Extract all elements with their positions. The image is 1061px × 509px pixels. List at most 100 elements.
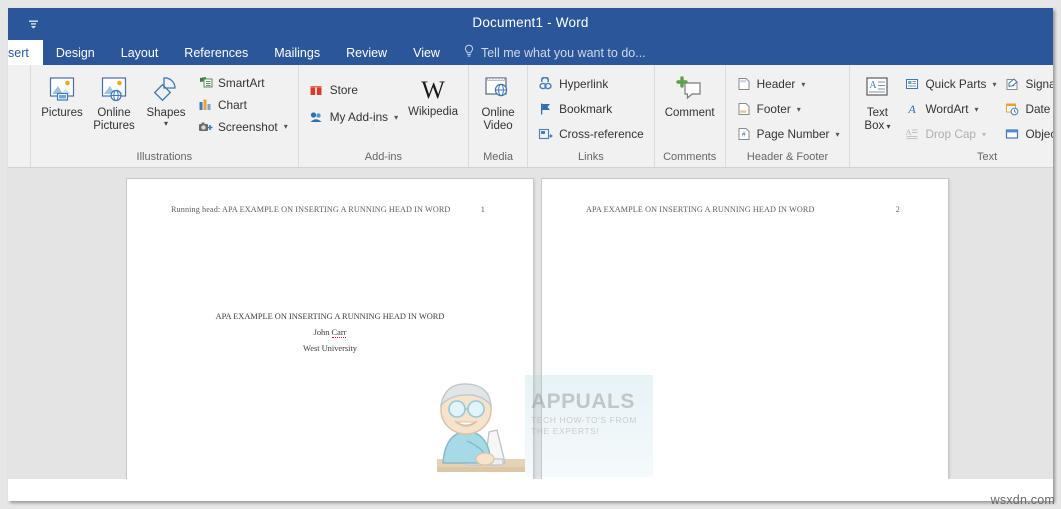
lightbulb-icon bbox=[463, 44, 475, 61]
document-canvas[interactable]: Running head: APA EXAMPLE ON INSERTING A… bbox=[8, 168, 1053, 501]
chevron-down-icon[interactable]: ▾ bbox=[992, 80, 996, 89]
online-video-icon bbox=[482, 72, 514, 106]
chevron-down-icon[interactable]: ▾ bbox=[164, 119, 168, 128]
drop-cap-button[interactable]: A Drop Cap ▾ bbox=[900, 122, 1000, 146]
chevron-down-icon[interactable]: ▾ bbox=[884, 122, 890, 131]
chevron-down-icon[interactable]: ▾ bbox=[975, 105, 979, 114]
online-pictures-button[interactable]: Online Pictures bbox=[89, 69, 139, 132]
document-page-2[interactable]: APA EXAMPLE ON INSERTING A RUNNING HEAD … bbox=[541, 178, 949, 501]
footer-label: Footer bbox=[756, 102, 791, 116]
page2-running-head: APA EXAMPLE ON INSERTING A RUNNING HEAD … bbox=[542, 205, 948, 214]
cross-reference-label: Cross-reference bbox=[559, 127, 644, 141]
hyperlink-button[interactable]: Hyperlink bbox=[534, 72, 648, 96]
tab-review[interactable]: Review bbox=[333, 40, 400, 65]
screenshot-label: Screenshot bbox=[218, 119, 278, 134]
my-add-ins-icon bbox=[309, 109, 325, 125]
smartart-button[interactable]: SmartArt bbox=[193, 72, 292, 93]
group-label-add-ins: Add-ins bbox=[364, 151, 403, 163]
quick-parts-button[interactable]: Quick Parts ▾ bbox=[900, 72, 1000, 96]
svg-text:#: # bbox=[741, 132, 745, 139]
links-small-buttons: Hyperlink Bookmark Cross-reference bbox=[534, 69, 648, 146]
store-icon bbox=[309, 82, 325, 98]
window-title: Document1 - Word bbox=[472, 15, 589, 30]
tab-insert[interactable]: sert bbox=[8, 40, 43, 65]
chevron-down-icon[interactable]: ▾ bbox=[797, 105, 801, 114]
tab-mailings[interactable]: Mailings bbox=[261, 40, 333, 65]
chevron-down-icon[interactable]: ▾ bbox=[284, 122, 288, 131]
svg-text:A: A bbox=[906, 128, 912, 137]
tab-view[interactable]: View bbox=[400, 40, 453, 65]
page-number-button[interactable]: # Page Number ▾ bbox=[732, 122, 844, 146]
screenshot-icon bbox=[197, 119, 213, 135]
cross-reference-button[interactable]: Cross-reference bbox=[534, 122, 648, 146]
ribbon-insert-tab: Pictures Online Pictures Shapes ▾ SmartA… bbox=[8, 65, 1053, 168]
ribbon-group-header-footer: Header ▾ Footer ▾ # Page Number ▾ Header… bbox=[726, 65, 851, 167]
text-box-icon: A bbox=[862, 72, 892, 106]
object-icon bbox=[1004, 126, 1020, 142]
tab-design[interactable]: Design bbox=[43, 40, 108, 65]
header-footer-small-buttons: Header ▾ Footer ▾ # Page Number ▾ bbox=[732, 69, 844, 146]
pictures-button[interactable]: Pictures bbox=[37, 69, 87, 120]
quick-parts-icon bbox=[904, 76, 920, 92]
object-button[interactable]: Object ▾ bbox=[1000, 122, 1053, 146]
group-label-text: Text bbox=[977, 151, 998, 163]
site-watermark: wsxdn.com bbox=[990, 493, 1055, 507]
online-video-label: Online Video bbox=[481, 107, 515, 132]
page2-page-number: 2 bbox=[895, 205, 900, 214]
my-add-ins-label: My Add-ins bbox=[329, 110, 389, 124]
header-button[interactable]: Header ▾ bbox=[732, 72, 844, 96]
group-label-header-footer: Header & Footer bbox=[746, 151, 829, 163]
chevron-down-icon[interactable]: ▾ bbox=[801, 80, 805, 89]
new-comment-button[interactable]: Comment bbox=[661, 69, 719, 120]
pictures-label: Pictures bbox=[41, 107, 83, 119]
chevron-down-icon[interactable]: ▾ bbox=[982, 130, 986, 139]
new-comment-icon bbox=[674, 72, 706, 106]
shapes-button[interactable]: Shapes ▾ bbox=[141, 69, 191, 128]
chart-button[interactable]: Chart bbox=[193, 94, 292, 115]
ribbon-group-media: Online Video Media bbox=[469, 65, 529, 167]
ribbon-group-add-ins: Store My Add-ins ▾ W Wikipedia Add-ins bbox=[299, 65, 470, 167]
ribbon-tab-strip: sert Design Layout References Mailings R… bbox=[8, 40, 1053, 65]
tab-layout[interactable]: Layout bbox=[108, 40, 172, 65]
paper-title: APA EXAMPLE ON INSERTING A RUNNING HEAD … bbox=[215, 312, 445, 321]
chevron-down-icon[interactable]: ▾ bbox=[394, 113, 398, 122]
drop-cap-label: Drop Cap bbox=[925, 127, 976, 141]
header-label: Header bbox=[756, 77, 796, 91]
bookmark-icon bbox=[538, 101, 554, 117]
wordart-button[interactable]: A WordArt ▾ bbox=[900, 97, 1000, 121]
signature-line-icon bbox=[1004, 76, 1020, 92]
signature-line-button[interactable]: Signature Line ▾ bbox=[1000, 72, 1053, 96]
wordart-label: WordArt bbox=[925, 102, 969, 116]
footer-button[interactable]: Footer ▾ bbox=[732, 97, 844, 121]
text-box-button[interactable]: A Text Box ▾ bbox=[856, 69, 898, 132]
page1-running-head: Running head: APA EXAMPLE ON INSERTING A… bbox=[127, 205, 533, 214]
date-time-label: Date & Time bbox=[1025, 102, 1053, 116]
online-pictures-icon bbox=[99, 72, 129, 106]
tell-me-search[interactable]: Tell me what you want to do... bbox=[453, 40, 656, 65]
page2-running-head-text: APA EXAMPLE ON INSERTING A RUNNING HEAD … bbox=[586, 205, 815, 214]
comment-label: Comment bbox=[664, 107, 715, 119]
online-video-button[interactable]: Online Video bbox=[475, 69, 521, 132]
smartart-label: SmartArt bbox=[218, 75, 265, 90]
date-time-button[interactable]: Date & Time bbox=[1000, 97, 1053, 121]
wordart-icon: A bbox=[904, 101, 920, 117]
screenshot-button[interactable]: Screenshot ▾ bbox=[193, 116, 292, 137]
online-pictures-label: Online Pictures bbox=[93, 107, 135, 132]
text-small-buttons-col1: Quick Parts ▾ A WordArt ▾ A Drop Cap ▾ bbox=[900, 69, 1000, 146]
svg-text:A: A bbox=[870, 80, 878, 91]
group-label-media: Media bbox=[483, 151, 514, 163]
store-button[interactable]: Store bbox=[305, 77, 402, 103]
bookmark-button[interactable]: Bookmark bbox=[534, 97, 648, 121]
page-number-label: Page Number bbox=[756, 127, 830, 141]
title-bar: Document1 - Word bbox=[8, 8, 1053, 40]
tab-references[interactable]: References bbox=[171, 40, 261, 65]
wikipedia-button[interactable]: W Wikipedia bbox=[404, 69, 462, 119]
document-page-1[interactable]: Running head: APA EXAMPLE ON INSERTING A… bbox=[126, 178, 534, 501]
quick-parts-label: Quick Parts bbox=[925, 77, 987, 91]
chevron-down-icon[interactable]: ▾ bbox=[835, 130, 839, 139]
chart-icon bbox=[197, 97, 213, 113]
my-add-ins-button[interactable]: My Add-ins ▾ bbox=[305, 104, 402, 130]
page1-title-block: APA EXAMPLE ON INSERTING A RUNNING HEAD … bbox=[127, 309, 533, 357]
text-small-button-grid: Quick Parts ▾ A WordArt ▾ A Drop Cap ▾ S… bbox=[900, 69, 1053, 146]
chart-label: Chart bbox=[218, 97, 247, 112]
